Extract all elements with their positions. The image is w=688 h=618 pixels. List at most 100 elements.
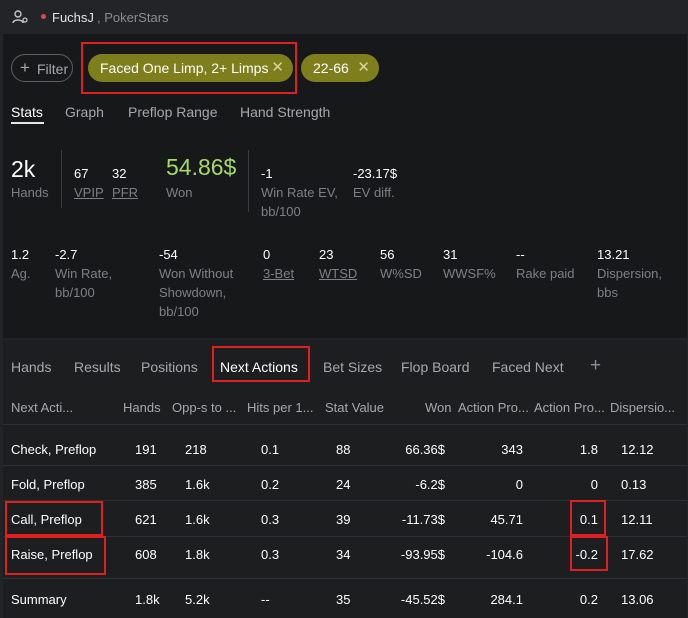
cell-dispersion: 12.12	[621, 442, 654, 457]
cell-won: 66.36$	[405, 442, 445, 457]
tab-hand-strength[interactable]: Hand Strength	[240, 104, 330, 120]
three-bet-label[interactable]: 3-Bet	[263, 264, 294, 283]
column-header-action[interactable]: Next Acti...	[11, 400, 73, 415]
cell-hands: 191	[135, 442, 157, 457]
status-dot-icon	[41, 14, 46, 19]
filter-chip-label: Faced One Limp, 2+ Limps	[100, 60, 269, 76]
dispersion-value: 13.21	[597, 247, 630, 262]
cell-hits: 0.3	[261, 512, 280, 527]
close-icon[interactable]: ✕	[271, 58, 284, 76]
cell-action: Raise, Preflop	[11, 547, 93, 562]
cell-action-prob-1: 343	[501, 442, 523, 457]
tab-faced-next[interactable]: Faced Next	[492, 359, 564, 375]
divider	[61, 150, 62, 208]
tab-hands[interactable]: Hands	[11, 359, 51, 375]
cell-dispersion: 0.13	[621, 477, 647, 492]
cell-hits: 0.1	[261, 442, 280, 457]
win-rate-value: -2.7	[55, 247, 78, 262]
filter-chip-label: 22-66	[313, 60, 349, 76]
wwsd-label-2: Showdown,	[159, 285, 227, 300]
dispersion-unit: bbs	[597, 285, 618, 300]
ag-label: Ag.	[11, 266, 31, 281]
player-name[interactable]: FuchsJ	[52, 10, 94, 25]
dispersion-label: Dispersion,	[597, 266, 663, 281]
divider	[3, 424, 687, 425]
add-filter-label: Filter	[37, 61, 69, 77]
cell-opportunities: 1.8k	[185, 547, 210, 562]
cell-stat-value: 39	[336, 512, 351, 527]
win-rate-label: Win Rate,	[55, 266, 113, 281]
wsd-label: W%SD	[380, 266, 422, 281]
column-header-opportunities[interactable]: Opp-s to ...	[172, 400, 236, 415]
active-tab-indicator	[11, 122, 44, 124]
divider	[3, 465, 687, 466]
user-settings-icon[interactable]	[12, 9, 28, 25]
cell-action: Check, Preflop	[11, 442, 97, 457]
next-actions-panel: Hands Results Positions Next Actions Bet…	[3, 340, 687, 618]
cell-action-prob-2: -0.2	[575, 547, 598, 562]
cell-action-prob-2: 0	[590, 477, 598, 492]
plus-icon: +	[20, 58, 30, 77]
tab-stats[interactable]: Stats	[11, 104, 43, 120]
rake-label: Rake paid	[516, 266, 575, 281]
add-filter-button[interactable]: + Filter	[11, 54, 73, 82]
win-rate-unit: bb/100	[55, 285, 95, 300]
tab-next-actions[interactable]: Next Actions	[220, 359, 298, 375]
wwsf-value: 31	[443, 247, 458, 262]
tab-flop-board[interactable]: Flop Board	[401, 359, 469, 375]
column-header-hits[interactable]: Hits per 1...	[247, 400, 313, 415]
cell-stat-value: 24	[336, 477, 351, 492]
column-header-hands[interactable]: Hands	[123, 400, 161, 415]
divider	[248, 150, 249, 212]
hands-value: 2k	[11, 156, 36, 182]
tab-graph[interactable]: Graph	[65, 104, 104, 120]
column-header-dispersion[interactable]: Dispersio...	[610, 400, 675, 415]
column-header-won[interactable]: Won	[425, 400, 452, 415]
close-icon[interactable]: ✕	[357, 58, 370, 76]
cell-won: -11.73$	[401, 512, 445, 527]
tab-positions[interactable]: Positions	[141, 359, 198, 375]
cell-won: -6.2$	[415, 477, 445, 492]
player-site: , PokerStars	[97, 10, 169, 25]
filter-chip-limps[interactable]: Faced One Limp, 2+ Limps ✕	[88, 54, 293, 82]
cell-stat-value: 34	[336, 547, 351, 562]
cell-won: -93.95$	[400, 547, 445, 562]
filter-chip-range[interactable]: 22-66 ✕	[301, 54, 379, 82]
cell-action-prob-2: 0.2	[579, 592, 598, 607]
column-header-stat-value[interactable]: Stat Value	[325, 400, 384, 415]
wsd-value: 56	[380, 247, 395, 262]
pfr-value: 32	[112, 166, 127, 181]
cell-hits: 0.2	[261, 477, 280, 492]
ag-value: 1.2	[11, 247, 30, 262]
cell-dispersion: 13.06	[621, 592, 654, 607]
cell-action-prob-2: 1.8	[579, 442, 598, 457]
cell-opportunities: 1.6k	[185, 512, 210, 527]
tab-bet-sizes[interactable]: Bet Sizes	[323, 359, 382, 375]
win-rate-ev-label: Win Rate EV,	[261, 185, 338, 200]
wtsd-value: 23	[319, 247, 334, 262]
stats-panel: Stats Graph Preflop Range Hand Strength …	[3, 100, 687, 338]
won-label: Won	[166, 185, 193, 200]
column-header-action-prob-1[interactable]: Action Pro...	[458, 400, 529, 415]
cell-won: -45.52$	[400, 592, 445, 607]
wwsd-value: -54	[159, 247, 178, 262]
cell-stat-value: 88	[336, 442, 351, 457]
column-header-action-prob-2[interactable]: Action Pro...	[534, 400, 605, 415]
add-tab-button[interactable]: +	[590, 355, 601, 377]
cell-action-prob-1: 45.71	[490, 512, 523, 527]
cell-opportunities: 1.6k	[185, 477, 210, 492]
vpip-label[interactable]: VPIP	[74, 183, 104, 202]
tab-preflop-range[interactable]: Preflop Range	[128, 104, 218, 120]
wtsd-label[interactable]: WTSD	[319, 264, 357, 283]
cell-action: Call, Preflop	[11, 512, 82, 527]
filter-bar: + Filter Faced One Limp, 2+ Limps ✕ 22-6…	[3, 34, 687, 100]
cell-hands: 1.8k	[135, 592, 160, 607]
divider	[3, 536, 687, 537]
cell-action-prob-1: -104.6	[486, 547, 523, 562]
pfr-label[interactable]: PFR	[112, 183, 138, 202]
tab-results[interactable]: Results	[74, 359, 121, 375]
cell-hits: --	[261, 592, 270, 607]
ev-diff-label: EV diff.	[353, 185, 395, 200]
win-rate-ev-value: -1	[261, 166, 273, 181]
ev-diff-value: -23.17$	[353, 166, 398, 181]
